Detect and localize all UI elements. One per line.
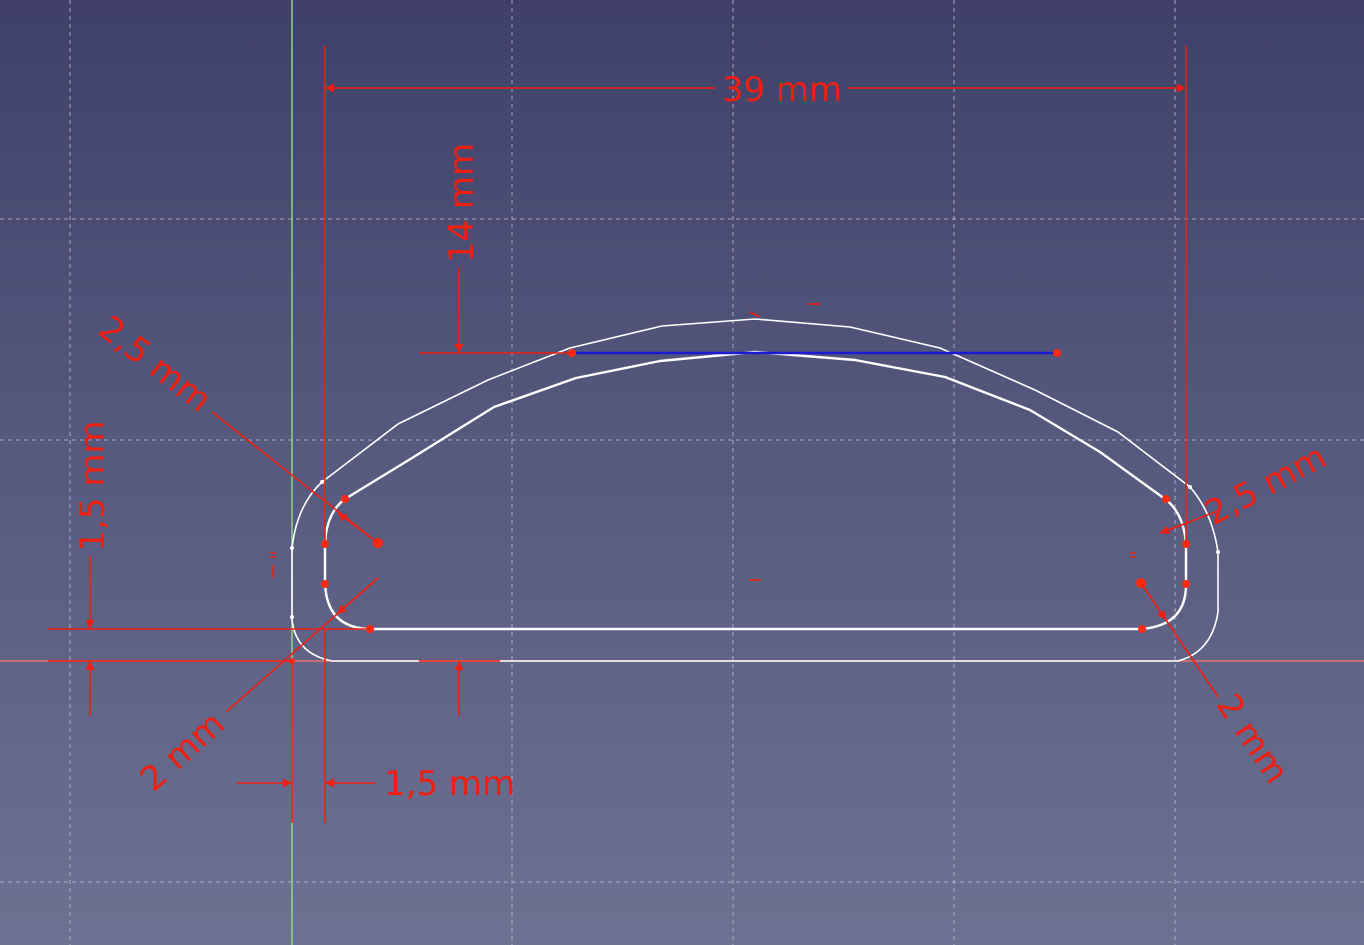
vertices: [289, 349, 1220, 664]
dimension-outer-fillet-left[interactable]: 2 mm: [133, 577, 379, 800]
dimension-label-inner-fillet-left[interactable]: 2,5 mm: [91, 308, 219, 420]
dimension-outer-fillet-right[interactable]: 2 mm: [1140, 582, 1296, 791]
vertex-point[interactable]: [1182, 580, 1190, 588]
inner-profile[interactable]: [323, 350, 1188, 631]
sketch-canvas[interactable]: 39 mm 14 mm 1,5 mm 1,5 mm 2,5 mm 2 mm 2,…: [0, 0, 1364, 945]
grid: [0, 0, 1364, 945]
dimension-vertical-offset[interactable]: 1,5 mm: [48, 420, 370, 716]
dimension-label-vertical-offset[interactable]: 1,5 mm: [73, 420, 113, 551]
constraint-glyphs: [270, 303, 1136, 581]
vertex-point[interactable]: [1216, 550, 1220, 554]
vertex-point[interactable]: [290, 615, 294, 619]
vertex-point[interactable]: [341, 495, 349, 503]
dimension-label-outer-fillet-right[interactable]: 2 mm: [1208, 687, 1296, 791]
vertex-point[interactable]: [321, 580, 329, 588]
tangent-constraint-icon[interactable]: [749, 311, 761, 318]
dimension-label-inner-fillet-right[interactable]: 2,5 mm: [1199, 437, 1334, 534]
vertex-point[interactable]: [1138, 625, 1146, 633]
dimension-arrow: [1140, 582, 1167, 621]
vertex-point[interactable]: [1053, 349, 1061, 357]
vertex-point[interactable]: [1188, 485, 1192, 489]
dimension-label-horizontal-offset[interactable]: 1,5 mm: [384, 764, 515, 804]
dimension-horizontal-offset[interactable]: 1,5 mm: [237, 629, 515, 823]
vertex-point[interactable]: [320, 480, 324, 484]
dimension-arrow: [337, 512, 379, 544]
dimension-label-height[interactable]: 14 mm: [442, 143, 482, 263]
dimension-label-width[interactable]: 39 mm: [722, 70, 842, 110]
outer-profile[interactable]: [291, 318, 1219, 662]
vertex-point[interactable]: [290, 546, 294, 550]
vertex-point[interactable]: [1162, 495, 1170, 503]
dimension-arrow: [336, 577, 379, 615]
sketcher-3d-view[interactable]: 39 mm 14 mm 1,5 mm 1,5 mm 2,5 mm 2 mm 2,…: [0, 0, 1364, 945]
dimension-width[interactable]: 39 mm: [324, 46, 1187, 545]
dimension-label-outer-fillet-left[interactable]: 2 mm: [133, 704, 233, 800]
